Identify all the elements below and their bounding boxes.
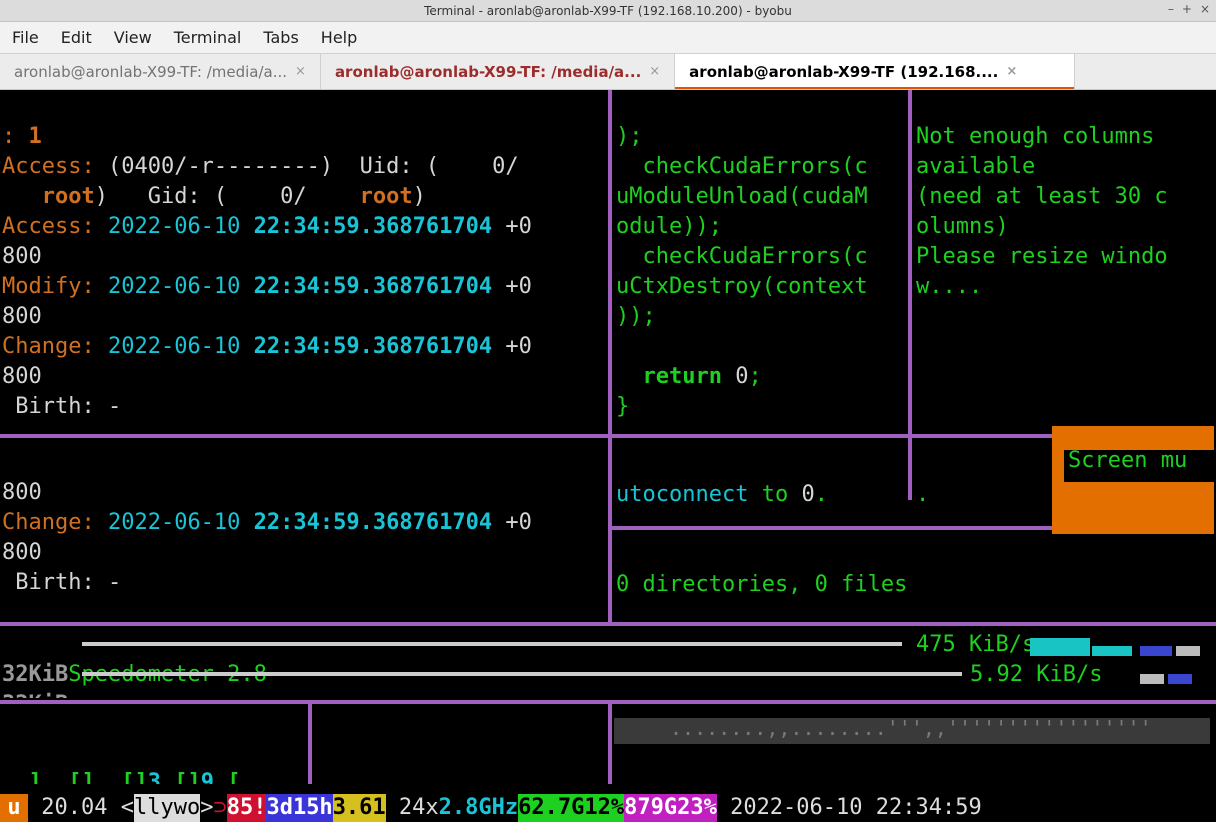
speedo-track-2 xyxy=(82,672,962,676)
tab-1-close-icon[interactable]: × xyxy=(295,64,306,79)
status-cpufreq: 2.8GHz xyxy=(439,794,518,822)
tab-1[interactable]: aronlab@aronlab-X99-TF: /media/a... × xyxy=(0,54,321,89)
status-hostname-close: > xyxy=(200,794,213,822)
tab-3-close-icon[interactable]: × xyxy=(1006,64,1017,79)
pane-code[interactable]: ); checkCudaErrors(c uModuleUnload(cudaM… xyxy=(616,92,906,432)
hsplit-1[interactable] xyxy=(0,434,608,438)
speedo-bar-b xyxy=(1092,646,1132,656)
vsplit-2[interactable] xyxy=(908,90,912,500)
status-hostname: llywo xyxy=(134,794,200,822)
speedo-bar-d xyxy=(1176,646,1200,656)
status-hostname-open: < xyxy=(121,794,134,822)
status-uptime: 3d15h xyxy=(266,794,332,822)
status-disk: 879G23% xyxy=(624,794,717,822)
tab-1-label: aronlab@aronlab-X99-TF: /media/a... xyxy=(14,63,287,81)
status-release: 20.04 xyxy=(28,794,121,822)
tab-2-label: aronlab@aronlab-X99-TF: /media/a... xyxy=(335,63,641,81)
vsplit-4[interactable] xyxy=(608,704,612,784)
byobu-statusbar: u 20.04 < llywo > ⊃ 85! 3d15h 3.61 24x 2… xyxy=(0,794,1216,822)
status-cores: 24x xyxy=(386,794,439,822)
speedo-rate-1: 475 KiB/s xyxy=(916,630,1035,660)
pane-tree[interactable]: 0 directories, 0 files xyxy=(616,540,1212,620)
menu-tabs[interactable]: Tabs xyxy=(263,28,298,47)
status-battery: 85! xyxy=(227,794,267,822)
maximize-icon[interactable]: + xyxy=(1182,2,1192,16)
window-title: Terminal - aronlab@aronlab-X99-TF (192.1… xyxy=(424,4,792,18)
minimize-icon[interactable]: – xyxy=(1168,2,1174,16)
menubar: File Edit View Terminal Tabs Help xyxy=(0,22,1216,54)
speedo-rate-2: 5.92 KiB/s xyxy=(970,660,1102,690)
status-memory: 62.7G12% xyxy=(518,794,624,822)
close-icon[interactable]: × xyxy=(1200,2,1210,16)
vsplit-3[interactable] xyxy=(308,704,312,784)
window-buttons: – + × xyxy=(1168,2,1210,16)
menu-file[interactable]: File xyxy=(12,28,39,47)
speedo-bar-e xyxy=(1140,674,1164,684)
tab-2-close-icon[interactable]: × xyxy=(649,64,660,79)
menu-view[interactable]: View xyxy=(114,28,152,47)
menu-edit[interactable]: Edit xyxy=(61,28,92,47)
menu-terminal[interactable]: Terminal xyxy=(174,28,242,47)
pane-warn-cols[interactable]: Not enough columns available (need at le… xyxy=(916,92,1212,432)
tab-3-label: aronlab@aronlab-X99-TF (192.168.... xyxy=(689,63,998,81)
tab-3[interactable]: aronlab@aronlab-X99-TF (192.168.... × xyxy=(675,54,1075,89)
speedo-bar-c xyxy=(1140,646,1172,656)
status-distro-icon: u xyxy=(0,794,28,822)
menu-help[interactable]: Help xyxy=(321,28,357,47)
hsplit-3[interactable] xyxy=(0,622,1216,626)
status-sep-icon: ⊃ xyxy=(213,794,226,822)
status-loadavg: 3.61 xyxy=(333,794,386,822)
pane-stat-2[interactable]: 800 Change: 2022-06-10 22:34:59.36876170… xyxy=(2,448,606,618)
hex-dots: ........,,........''',,''''''''''''''''' xyxy=(670,718,1210,738)
screen-notif-text: Screen mu xyxy=(1064,450,1214,482)
window-titlebar: Terminal - aronlab@aronlab-X99-TF (192.1… xyxy=(0,0,1216,22)
status-clock: 2022-06-10 22:34:59 xyxy=(717,794,982,822)
pane-brackets[interactable]: ] [] []3 []9 [ xyxy=(2,750,302,784)
tabbar: aronlab@aronlab-X99-TF: /media/a... × ar… xyxy=(0,54,1216,90)
pane-stat[interactable]: : 1 Access: (0400/-r--------) Uid: ( 0/ … xyxy=(2,92,606,432)
pane-autoconnect[interactable]: utoconnect to 0. xyxy=(616,450,906,520)
vsplit-1[interactable] xyxy=(608,90,612,626)
speedo-bar-a xyxy=(1030,638,1090,656)
speedo-track-1 xyxy=(82,642,902,646)
tab-2[interactable]: aronlab@aronlab-X99-TF: /media/a... × xyxy=(321,54,675,89)
terminal-body[interactable]: : 1 Access: (0400/-r--------) Uid: ( 0/ … xyxy=(0,90,1216,822)
speedo-bar-f xyxy=(1168,674,1192,684)
